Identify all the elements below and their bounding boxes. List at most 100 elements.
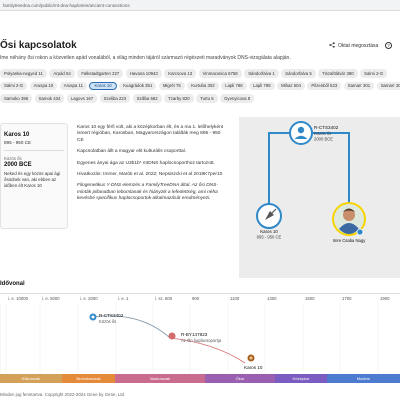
era-bar: Kőkorszak Bronzkorszak Vaskorszak Ókor Közép… bbox=[0, 374, 400, 383]
share-button[interactable]: Oktat megosztása bbox=[329, 42, 378, 50]
chip-row: Salmi 2-G Aruspa 10 Aruspa 11 Karos 10 Kuagr… bbox=[0, 81, 400, 90]
sample-chip[interactable]: Falkstadtgarten 227 bbox=[77, 69, 124, 78]
left-node-name: Karos 10 bbox=[260, 229, 278, 234]
user-node[interactable] bbox=[332, 202, 366, 236]
common-ancestor-node[interactable] bbox=[289, 121, 313, 145]
common-ancestor-year: 2000 BCE bbox=[4, 162, 32, 168]
timeline-tick-label: i. e. 2000 bbox=[80, 296, 98, 301]
timeline-body: R-CTS3402 Közös ős R-BY147823 Az Ön hapl… bbox=[0, 303, 400, 373]
sample-chip[interactable]: Karcsova 13 bbox=[164, 69, 197, 78]
sample-chip[interactable]: Samarr 301 bbox=[343, 81, 375, 90]
sample-chip[interactable]: Turtu 5 bbox=[196, 94, 218, 103]
era-segment[interactable]: Ókor bbox=[205, 374, 275, 383]
timeline-axis: i. e. 10000 i. e. 5000 i. e. 2000 i. e. 1 i.… bbox=[0, 293, 400, 303]
sample-chip[interactable]: Arpád 54 bbox=[49, 69, 75, 78]
event-label: Közös ős bbox=[99, 319, 116, 324]
timeline-tick-label: 1500 bbox=[305, 296, 315, 301]
sample-chip[interactable]: Sziliba 582 bbox=[132, 94, 162, 103]
timeline-chart: R-CTS3402 Közös ős R-BY147823 Az Ön hapl… bbox=[0, 303, 379, 373]
verified-badge bbox=[356, 228, 364, 236]
era-segment[interactable]: Középkor bbox=[275, 374, 327, 383]
ancient-sample-chips: Polyanka-negyed 11 Arpád 54 Falkstadtgarte… bbox=[0, 69, 400, 107]
timeline-tick-label: i. e. 10000 bbox=[8, 296, 29, 301]
sample-chip[interactable]: Mihaz 504 bbox=[277, 81, 305, 90]
event-name: R-CTS3402 bbox=[99, 313, 124, 318]
lineage-tree-panel: R-CTS3402 Közös ős 2000 BCE Karos 10 895… bbox=[239, 117, 400, 278]
sample-chip[interactable]: Gyenyicova 8 bbox=[220, 94, 255, 103]
sample-chip[interactable]: Samok 434 bbox=[34, 94, 65, 103]
sample-description: Karos 10 egy férfi volt, aki a középkorb… bbox=[77, 125, 227, 208]
chip-row: Samoko 396 Samok 434 Lagovs 167 Szeliba 223… bbox=[0, 94, 400, 103]
sample-chip[interactable]: Samarr 302 bbox=[376, 81, 400, 90]
share-label: Oktat megosztása bbox=[338, 43, 379, 49]
chip-row: Polyanka-negyed 11 Arpád 54 Falkstadtgarte… bbox=[0, 69, 400, 78]
right-node-name: Imre Csaba Nagy bbox=[333, 238, 366, 243]
event-label: Az Ön haplocsoportja bbox=[181, 338, 222, 343]
event-name: Karos 10 bbox=[244, 365, 263, 370]
left-node-date: 895 - 950 CE bbox=[257, 235, 282, 240]
sample-chip[interactable]: Pilzenből 523 bbox=[307, 81, 342, 90]
sample-chip[interactable]: Migrét 75 bbox=[158, 81, 185, 90]
description-paragraph: Karos 10 egy férfi volt, aki a középkorb… bbox=[77, 125, 224, 143]
sample-chip[interactable]: Szeliba 223 bbox=[99, 94, 131, 103]
share-icon bbox=[329, 42, 335, 50]
sample-chip[interactable]: Kurtuba 302 bbox=[187, 81, 219, 90]
sample-chip[interactable]: Lapli 786 bbox=[221, 81, 247, 90]
url-text[interactable]: familytreedna.com/public/mt-dna-haplotre… bbox=[3, 3, 130, 8]
era-segment[interactable]: Vaskorszak bbox=[115, 374, 205, 383]
sample-chip[interactable]: Kuagrádok 351 bbox=[119, 81, 157, 90]
era-segment[interactable]: Kőkorszak bbox=[0, 374, 62, 383]
sample-chip[interactable]: Lagovs 167 bbox=[66, 94, 98, 103]
sample-chip[interactable]: Salmi 2-G bbox=[0, 81, 28, 90]
timeline-title: Idővonal bbox=[0, 281, 25, 287]
timeline-tick-label: 1700 bbox=[342, 296, 352, 301]
era-segment[interactable]: Modern bbox=[327, 374, 400, 383]
sample-chip[interactable]: Salmi 2-G bbox=[360, 69, 388, 78]
card-date-range: 895 - 950 CE bbox=[4, 140, 32, 145]
description-note: Filogenetikus Y-DNS elemzés a FamilyTree… bbox=[77, 183, 218, 202]
timeline-tick-label: 900 bbox=[192, 296, 200, 301]
timeline-tick-label: i. e. 1 bbox=[118, 296, 129, 301]
timeline-tick-label: 1300 bbox=[267, 296, 277, 301]
browser-address-bar[interactable]: familytreedna.com/public/mt-dna-haplotre… bbox=[0, 0, 400, 11]
sample-chip[interactable]: Karos 10 bbox=[89, 81, 117, 90]
card-divider bbox=[4, 150, 64, 151]
top-node-date: 2000 BCE bbox=[314, 137, 333, 142]
sample-chip[interactable]: Polyanka-negyed 11 bbox=[0, 69, 47, 78]
sample-chip[interactable]: Tiszaföldvár 380 bbox=[318, 69, 358, 78]
sample-chip[interactable]: Samoko 396 bbox=[0, 94, 33, 103]
sample-info-card: Karos 10 895 - 950 CE Közös ős 2000 BCE … bbox=[0, 123, 68, 229]
sample-chip[interactable]: Lapli 788 bbox=[249, 81, 275, 90]
ancient-sample-node[interactable] bbox=[256, 203, 282, 229]
top-node-name: R-CTS3402 bbox=[314, 125, 339, 130]
common-ancestor-label: Közös ős bbox=[4, 156, 22, 161]
top-node-label: Közös ős bbox=[314, 131, 331, 136]
timeline-tick-label: 1100 bbox=[230, 296, 240, 301]
era-segment[interactable]: Bronzkorszak bbox=[62, 374, 115, 383]
description-reference: Hivatkozás: Immer, Maróti et al. 2022; N… bbox=[77, 172, 223, 178]
card-title: Karos 10 bbox=[4, 132, 30, 138]
timeline-tick-label: i. sz. 500 bbox=[155, 296, 173, 301]
timeline-tick-label: 1900 bbox=[380, 296, 390, 301]
page-subtitle: Ime néhány ősi rokon a közvetlen apád vo… bbox=[0, 55, 291, 61]
footer-copyright: Minden jog fenntartva. Copyright 2022-20… bbox=[0, 392, 126, 397]
event-name: R-BY147823 bbox=[181, 332, 208, 337]
description-paragraph: Egyenes ányai ága az U3b1b* mtDNS haploc… bbox=[77, 160, 215, 166]
help-icon: ? bbox=[385, 42, 392, 49]
sample-chip[interactable]: Aruspa 10 bbox=[29, 81, 58, 90]
timeline-event-haplogroup[interactable] bbox=[168, 332, 176, 340]
sample-chip[interactable]: Sándorfalva 5 bbox=[281, 69, 316, 78]
tree-connector-right bbox=[301, 132, 350, 203]
help-button[interactable]: ? bbox=[385, 42, 392, 49]
timeline-event-common-ancestor[interactable] bbox=[89, 313, 97, 321]
timeline-tick-label: i. e. 5000 bbox=[42, 296, 60, 301]
timeline-event-ancient-sample[interactable] bbox=[247, 354, 255, 362]
sample-chip[interactable]: Sándorfalva 1 bbox=[244, 69, 279, 78]
sample-chip[interactable]: Aruspa 11 bbox=[59, 81, 87, 90]
sample-chip[interactable]: Havana 10943 bbox=[125, 69, 162, 78]
page-title: Ősi kapcsolatok bbox=[0, 40, 77, 51]
sample-chip[interactable]: Vinmacsnica 6758 bbox=[198, 69, 242, 78]
lineage-tree-diagram: R-CTS3402 Közös ős 2000 BCE Karos 10 895… bbox=[256, 121, 366, 243]
description-paragraph: Kapcsolatban állt a magyar elit kulturál… bbox=[77, 149, 187, 155]
sample-chip[interactable]: Tzarby 820 bbox=[164, 94, 194, 103]
